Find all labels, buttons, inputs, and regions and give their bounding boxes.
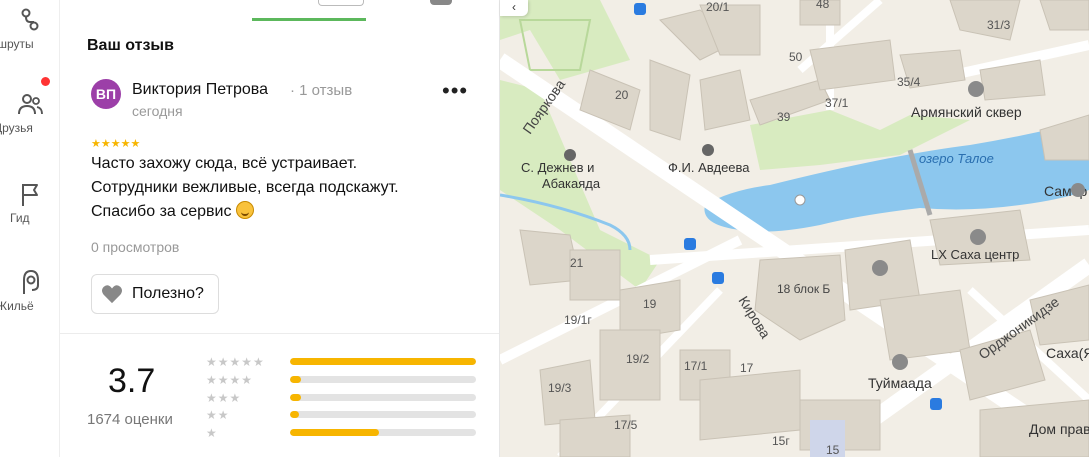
review-panel: Ваш отзыв ВП Виктория Петрова · 1 отзыв …: [60, 0, 500, 457]
rating-bar: [290, 411, 476, 418]
house-number-label: 17/1: [684, 359, 708, 373]
house-number-label: 48: [816, 0, 830, 11]
place-label-saha: Саха(Я: [1046, 345, 1089, 361]
map-canvas[interactable]: 20/1 48 31/3 50 35/4 20 37/1 39 21 19 19…: [500, 0, 1089, 457]
rating-row-stars: ★★★: [206, 391, 242, 405]
bus-stop-icon: [634, 3, 646, 15]
house-number-label: 15г: [772, 434, 790, 448]
poi-icon: [1071, 183, 1085, 197]
house-number-label: 19: [643, 297, 657, 311]
rail-item-friends[interactable]: Друзья: [0, 90, 60, 135]
avatar[interactable]: ВП: [91, 79, 121, 109]
review-text-line: Сотрудники вежливые, всегда подскажут.: [91, 179, 399, 196]
rating-row-stars: ★★★★★: [206, 355, 265, 369]
author-name[interactable]: Виктория Петрова: [132, 81, 268, 99]
place-label-lake: озеро Талое: [919, 151, 994, 166]
heart-icon: [102, 285, 122, 304]
house-number-label: 20: [615, 88, 629, 102]
smile-emoji-icon: [235, 201, 254, 219]
rating-row-stars: ★: [206, 426, 218, 440]
place-label-armyansky: Армянский сквер: [911, 104, 1022, 120]
left-rail: аршруты Друзья Гид Жильё: [0, 0, 60, 457]
useful-label: Полезно?: [132, 285, 204, 302]
friends-icon: [18, 94, 43, 115]
flag-icon: [22, 184, 38, 206]
rating-bar-fill: [290, 411, 300, 418]
house-number-label: 21: [570, 256, 584, 270]
rail-label-housing: Жильё: [0, 299, 34, 313]
rail-label-routes: аршруты: [0, 37, 34, 51]
rating-bar: [290, 358, 476, 365]
house-number-label: 37/1: [825, 96, 849, 110]
rating-bar: [290, 376, 476, 383]
review-text-line: Спасибо за сервис: [91, 200, 481, 224]
more-options-button[interactable]: •••: [442, 78, 468, 104]
house-number-label: 17: [740, 361, 754, 375]
review-text: Часто захожу сюда, всё устраивает. Сотру…: [91, 152, 481, 224]
place-label-dezhnev-2: Абакаяда: [542, 176, 601, 191]
rating-bar: [290, 394, 476, 401]
rating-bar-fill: [290, 376, 302, 383]
housing-icon: [23, 269, 39, 294]
map-view[interactable]: 20/1 48 31/3 50 35/4 20 37/1 39 21 19 19…: [500, 0, 1089, 457]
review-text-line-3: Спасибо за сервис: [91, 203, 232, 220]
house-number-label: 19/1г: [564, 313, 592, 327]
section-title: Ваш отзыв: [87, 37, 174, 54]
active-tab-indicator: [252, 18, 366, 21]
place-label-avdeev: Ф.И. Авдеева: [668, 160, 750, 175]
review-date: сегодня: [132, 103, 183, 119]
house-number-label: 35/4: [897, 75, 921, 89]
collapse-panel-button[interactable]: ‹: [500, 0, 528, 16]
rating-row-stars: ★★★★: [206, 373, 254, 387]
house-number-label: 50: [789, 50, 803, 64]
bus-stop-icon: [684, 238, 696, 250]
monument-icon: [702, 144, 714, 156]
building-label: 18 блок Б: [777, 282, 830, 296]
rail-label-friends: Друзья: [0, 121, 33, 135]
place-label-dezhnev: С. Дежнев и: [521, 160, 594, 175]
house-number-label: 17/5: [614, 418, 638, 432]
rail-item-guide[interactable]: Гид: [0, 180, 60, 225]
place-label-dom: Дом прави: [1029, 421, 1089, 437]
author-reviews-count: · 1 отзыв: [290, 82, 353, 99]
house-number-label: 15: [826, 443, 840, 457]
bus-stop-icon: [712, 272, 724, 284]
review-stars: ★★★★★: [91, 138, 141, 150]
rating-value: 3.7: [108, 362, 156, 400]
place-label-tuymaada: Туймаада: [868, 375, 932, 391]
park-poi-icon: [968, 81, 984, 97]
rating-count: 1674 оценки: [87, 411, 173, 428]
rating-bar-fill: [290, 394, 302, 401]
review-text-line: Часто захожу сюда, всё устраивает.: [91, 155, 358, 172]
shop-icon: [892, 354, 908, 370]
place-label-lx: LX Саха центр: [931, 247, 1019, 262]
poi-icon: [872, 260, 888, 276]
divider: [60, 333, 499, 334]
rating-bar: [290, 429, 476, 436]
rail-label-guide: Гид: [10, 211, 30, 225]
house-number-label: 39: [777, 110, 791, 124]
house-number-label: 31/3: [987, 18, 1011, 32]
notification-badge: [41, 77, 50, 86]
routes-icon: [21, 8, 39, 31]
rail-item-housing[interactable]: Жильё: [0, 268, 60, 313]
views-count: 0 просмотров: [91, 239, 180, 255]
poi-icon: [970, 229, 986, 245]
useful-button[interactable]: Полезно?: [91, 274, 219, 314]
rating-bar-fill: [290, 358, 476, 365]
house-number-label: 20/1: [706, 0, 730, 14]
tab-handle-2[interactable]: [430, 0, 452, 5]
bus-stop-icon: [930, 398, 942, 410]
monument-icon: [564, 149, 576, 161]
rating-row-stars: ★★: [206, 408, 230, 422]
tab-handle[interactable]: [318, 0, 364, 6]
rating-bar-fill: [290, 429, 380, 436]
house-number-label: 19/2: [626, 352, 650, 366]
house-number-label: 19/3: [548, 381, 572, 395]
fountain-icon: [794, 194, 806, 206]
rail-item-routes[interactable]: аршруты: [0, 6, 60, 51]
